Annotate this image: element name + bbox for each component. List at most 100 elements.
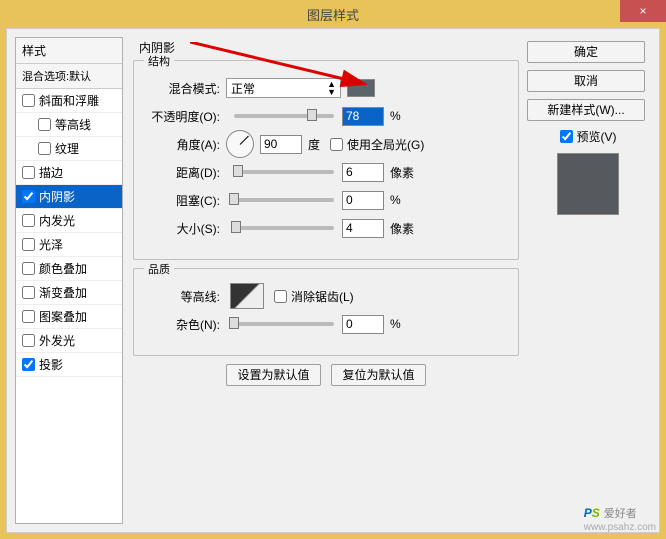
- noise-input[interactable]: 0: [342, 315, 384, 334]
- style-item[interactable]: 图案叠加: [16, 305, 122, 329]
- default-buttons-row: 设置为默认值 复位为默认值: [133, 364, 519, 386]
- distance-unit: 像素: [390, 164, 414, 181]
- style-label: 描边: [39, 164, 63, 181]
- style-label: 外发光: [39, 332, 75, 349]
- angle-input[interactable]: 90: [260, 135, 302, 154]
- style-label: 颜色叠加: [39, 260, 87, 277]
- opacity-slider[interactable]: [234, 114, 334, 118]
- new-style-button[interactable]: 新建样式(W)...: [527, 99, 645, 121]
- style-item[interactable]: 内发光: [16, 209, 122, 233]
- choke-slider[interactable]: [234, 198, 334, 202]
- style-item[interactable]: 光泽: [16, 233, 122, 257]
- opacity-input[interactable]: 78: [342, 107, 384, 126]
- dropdown-icon: ▲▼: [327, 80, 336, 96]
- style-item[interactable]: 渐变叠加: [16, 281, 122, 305]
- antialias-checkbox[interactable]: 消除锯齿(L): [274, 288, 354, 305]
- size-input[interactable]: 4: [342, 219, 384, 238]
- distance-slider[interactable]: [234, 170, 334, 174]
- distance-input[interactable]: 6: [342, 163, 384, 182]
- style-label: 渐变叠加: [39, 284, 87, 301]
- angle-row: 角度(A): 90 度 使用全局光(G): [146, 133, 506, 155]
- size-slider[interactable]: [234, 226, 334, 230]
- style-checkbox[interactable]: [22, 310, 35, 323]
- style-label: 投影: [39, 356, 63, 373]
- dialog-body: 样式 混合选项:默认 斜面和浮雕等高线纹理描边内阴影内发光光泽颜色叠加渐变叠加图…: [6, 28, 660, 533]
- choke-label: 阻塞(C):: [146, 192, 226, 209]
- style-item[interactable]: 投影: [16, 353, 122, 377]
- choke-input[interactable]: 0: [342, 191, 384, 210]
- size-unit: 像素: [390, 220, 414, 237]
- contour-label: 等高线:: [146, 288, 226, 305]
- right-panel: 确定 取消 新建样式(W)... 预览(V): [527, 41, 649, 215]
- style-label: 图案叠加: [39, 308, 87, 325]
- style-label: 纹理: [55, 140, 79, 157]
- structure-label: 结构: [144, 53, 174, 69]
- styles-header[interactable]: 样式: [16, 38, 122, 64]
- style-checkbox[interactable]: [22, 286, 35, 299]
- titlebar: 图层样式 ×: [0, 0, 666, 28]
- style-item[interactable]: 内阴影: [16, 185, 122, 209]
- style-label: 等高线: [55, 116, 91, 133]
- blend-mode-select[interactable]: 正常 ▲▼: [226, 78, 341, 98]
- cancel-button[interactable]: 取消: [527, 70, 645, 92]
- blend-mode-row: 混合模式: 正常 ▲▼: [146, 77, 506, 99]
- angle-label: 角度(A):: [146, 136, 226, 153]
- ok-button[interactable]: 确定: [527, 41, 645, 63]
- noise-unit: %: [390, 317, 401, 331]
- style-checkbox[interactable]: [22, 94, 35, 107]
- style-label: 光泽: [39, 236, 63, 253]
- angle-dial[interactable]: [226, 130, 254, 158]
- size-label: 大小(S):: [146, 220, 226, 237]
- styles-list-panel: 样式 混合选项:默认 斜面和浮雕等高线纹理描边内阴影内发光光泽颜色叠加渐变叠加图…: [15, 37, 123, 524]
- style-checkbox[interactable]: [22, 166, 35, 179]
- style-checkbox[interactable]: [22, 214, 35, 227]
- preview-checkbox[interactable]: 预览(V): [527, 128, 649, 145]
- contour-row: 等高线: 消除锯齿(L): [146, 285, 506, 307]
- contour-picker[interactable]: [230, 283, 264, 309]
- blending-options-default[interactable]: 混合选项:默认: [16, 64, 122, 89]
- style-checkbox[interactable]: [22, 190, 35, 203]
- style-label: 内阴影: [39, 188, 75, 205]
- distance-label: 距离(D):: [146, 164, 226, 181]
- quality-label: 品质: [144, 261, 174, 277]
- noise-label: 杂色(N):: [146, 316, 226, 333]
- style-checkbox[interactable]: [38, 118, 51, 131]
- watermark: PS爱好者 www.psahz.com: [584, 501, 656, 533]
- effect-title: 内阴影: [139, 39, 519, 56]
- style-checkbox[interactable]: [22, 262, 35, 275]
- close-icon: ×: [639, 4, 646, 18]
- distance-row: 距离(D): 6 像素: [146, 161, 506, 183]
- main-panel: 内阴影 结构 混合模式: 正常 ▲▼ 不透明度(O): 78 % 角度(A):: [133, 37, 519, 524]
- make-default-button[interactable]: 设置为默认值: [226, 364, 321, 386]
- style-checkbox[interactable]: [38, 142, 51, 155]
- blend-mode-value: 正常: [231, 80, 255, 97]
- choke-row: 阻塞(C): 0 %: [146, 189, 506, 211]
- shadow-color-swatch[interactable]: [347, 79, 375, 97]
- style-item[interactable]: 等高线: [16, 113, 122, 137]
- style-item[interactable]: 斜面和浮雕: [16, 89, 122, 113]
- style-checkbox[interactable]: [22, 238, 35, 251]
- noise-row: 杂色(N): 0 %: [146, 313, 506, 335]
- style-label: 内发光: [39, 212, 75, 229]
- size-row: 大小(S): 4 像素: [146, 217, 506, 239]
- style-item[interactable]: 纹理: [16, 137, 122, 161]
- angle-unit: 度: [308, 136, 320, 153]
- global-light-checkbox[interactable]: 使用全局光(G): [330, 136, 424, 153]
- structure-group: 结构 混合模式: 正常 ▲▼ 不透明度(O): 78 % 角度(A): 90 度: [133, 60, 519, 260]
- opacity-row: 不透明度(O): 78 %: [146, 105, 506, 127]
- style-checkbox[interactable]: [22, 358, 35, 371]
- style-item[interactable]: 颜色叠加: [16, 257, 122, 281]
- style-item[interactable]: 外发光: [16, 329, 122, 353]
- dialog-title: 图层样式: [307, 5, 359, 24]
- preview-swatch: [557, 153, 619, 215]
- style-label: 斜面和浮雕: [39, 92, 99, 109]
- close-button[interactable]: ×: [620, 0, 666, 22]
- opacity-label: 不透明度(O):: [146, 108, 226, 125]
- style-item[interactable]: 描边: [16, 161, 122, 185]
- reset-default-button[interactable]: 复位为默认值: [331, 364, 426, 386]
- noise-slider[interactable]: [234, 322, 334, 326]
- style-checkbox[interactable]: [22, 334, 35, 347]
- quality-group: 品质 等高线: 消除锯齿(L) 杂色(N): 0 %: [133, 268, 519, 356]
- opacity-unit: %: [390, 109, 401, 123]
- blend-mode-label: 混合模式:: [146, 80, 226, 97]
